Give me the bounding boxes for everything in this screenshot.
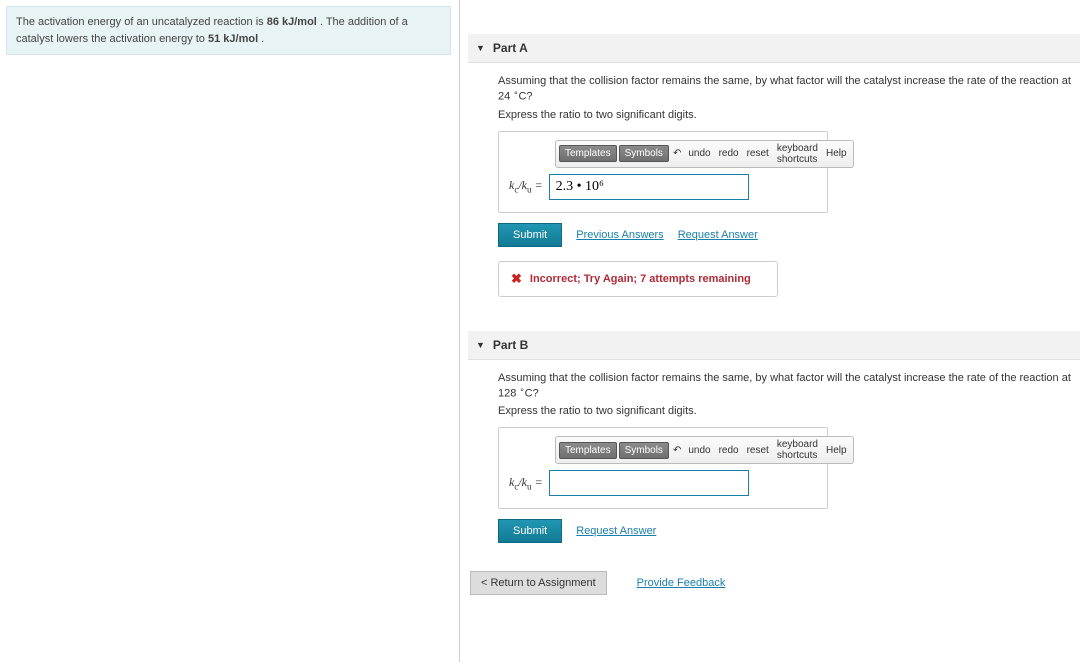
templates-button[interactable]: Templates [559,145,617,162]
part-b-request-answer-link[interactable]: Request Answer [576,525,656,537]
undo-button[interactable]: undo [685,445,713,456]
previous-answers-link[interactable]: Previous Answers [576,229,663,241]
equation-toolbar: Templates Symbols ↶undo redo reset keybo… [555,436,854,464]
ratio-label: kc/ku = [509,178,543,194]
part-a-answer-input[interactable] [549,174,749,200]
templates-button[interactable]: Templates [559,442,617,459]
reset-button[interactable]: reset [744,148,772,159]
problem-text-1: The activation energy of an uncatalyzed … [16,16,267,28]
help-button[interactable]: Help [823,445,850,456]
part-b-body: Assuming that the collision factor remai… [468,360,1080,544]
part-a-body: Assuming that the collision factor remai… [468,63,1080,297]
undo-icon[interactable]: ↶ [671,445,683,456]
problem-value-1: 86 kJ/mol [267,16,317,28]
part-a-title: Part A [493,41,528,55]
undo-icon[interactable]: ↶ [671,148,683,159]
footer: < Return to Assignment Provide Feedback [470,571,1080,595]
keyboard-shortcuts-button[interactable]: keyboard shortcuts [774,439,821,461]
part-b-title: Part B [493,338,528,352]
part-a-question: Assuming that the collision factor remai… [498,75,1080,103]
feedback-text: Incorrect; Try Again; 7 attempts remaini… [530,273,751,285]
part-a-answer-box: Templates Symbols ↶undo redo reset keybo… [498,131,828,213]
part-b-question-pre: Assuming that the collision factor remai… [498,372,1071,400]
undo-button[interactable]: undo [685,148,713,159]
part-a-question-post: C? [518,91,532,103]
symbols-button[interactable]: Symbols [619,145,669,162]
part-a-question-pre: Assuming that the collision factor remai… [498,75,1071,103]
part-b-header[interactable]: ▼ Part B [468,331,1080,360]
part-a-header[interactable]: ▼ Part A [468,34,1080,63]
problem-pane: The activation energy of an uncatalyzed … [0,0,460,662]
part-b-question: Assuming that the collision factor remai… [498,372,1080,400]
part-a-submit-button[interactable]: Submit [498,223,562,247]
problem-text-3: . [258,33,264,45]
return-label: Return to Assignment [490,577,595,589]
part-a-instruction: Express the ratio to two significant dig… [498,109,1080,121]
symbols-button[interactable]: Symbols [619,442,669,459]
part-a-request-answer-link[interactable]: Request Answer [678,229,758,241]
equation-toolbar: Templates Symbols ↶undo redo reset keybo… [555,140,854,168]
return-to-assignment-button[interactable]: < Return to Assignment [470,571,607,595]
provide-feedback-link[interactable]: Provide Feedback [637,577,726,589]
part-b-instruction: Express the ratio to two significant dig… [498,405,1080,417]
incorrect-icon: ✖ [511,271,522,287]
part-b-answer-box: Templates Symbols ↶undo redo reset keybo… [498,427,828,509]
problem-value-2: 51 kJ/mol [208,33,258,45]
keyboard-shortcuts-button[interactable]: keyboard shortcuts [774,143,821,165]
caret-down-icon: ▼ [476,43,485,53]
ratio-label: kc/ku = [509,475,543,491]
redo-button[interactable]: redo [716,445,742,456]
redo-button[interactable]: redo [716,148,742,159]
part-b-question-post: C? [525,387,539,399]
help-button[interactable]: Help [823,148,850,159]
caret-down-icon: ▼ [476,340,485,350]
part-a-feedback: ✖ Incorrect; Try Again; 7 attempts remai… [498,261,778,297]
part-b-answer-input[interactable] [549,470,749,496]
problem-statement: The activation energy of an uncatalyzed … [6,6,451,55]
answer-pane: ▼ Part A Assuming that the collision fac… [460,0,1080,662]
part-b-submit-button[interactable]: Submit [498,519,562,543]
reset-button[interactable]: reset [744,445,772,456]
